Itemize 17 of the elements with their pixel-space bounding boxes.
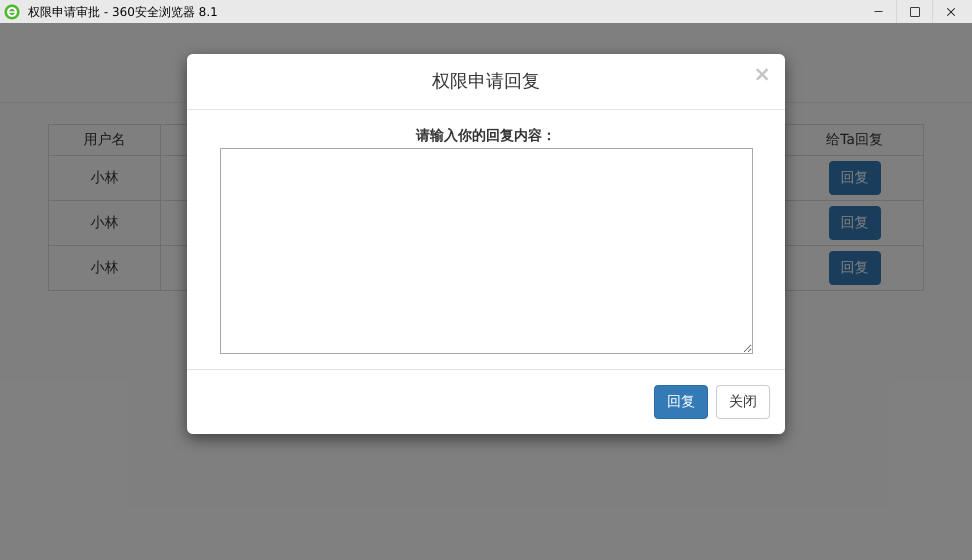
dialog-title: 权限申请回复 bbox=[432, 70, 540, 94]
browser-logo-icon bbox=[4, 4, 20, 20]
column-header: 给Ta回复 bbox=[786, 124, 924, 156]
window-title: 权限申请审批 - 360安全浏览器 8.1 bbox=[28, 4, 218, 20]
table-cell: 小林 bbox=[48, 156, 160, 200]
table-cell: 小林 bbox=[48, 200, 160, 246]
close-button[interactable]: × bbox=[753, 64, 771, 85]
reply-button[interactable]: 回复 bbox=[828, 206, 880, 240]
reply-button[interactable]: 回复 bbox=[828, 251, 880, 285]
reply-input-field[interactable] bbox=[220, 148, 752, 354]
prompt-label: 请输入你的回复内容： bbox=[416, 126, 556, 146]
column-header: 用户名 bbox=[48, 124, 160, 156]
maximize-icon bbox=[908, 6, 920, 18]
table-cell: 小林 bbox=[48, 246, 160, 290]
reply-button[interactable]: 回复 bbox=[654, 385, 708, 419]
reply-button[interactable]: 回复 bbox=[828, 161, 880, 195]
close-dialog-button[interactable]: 关闭 bbox=[716, 385, 770, 419]
